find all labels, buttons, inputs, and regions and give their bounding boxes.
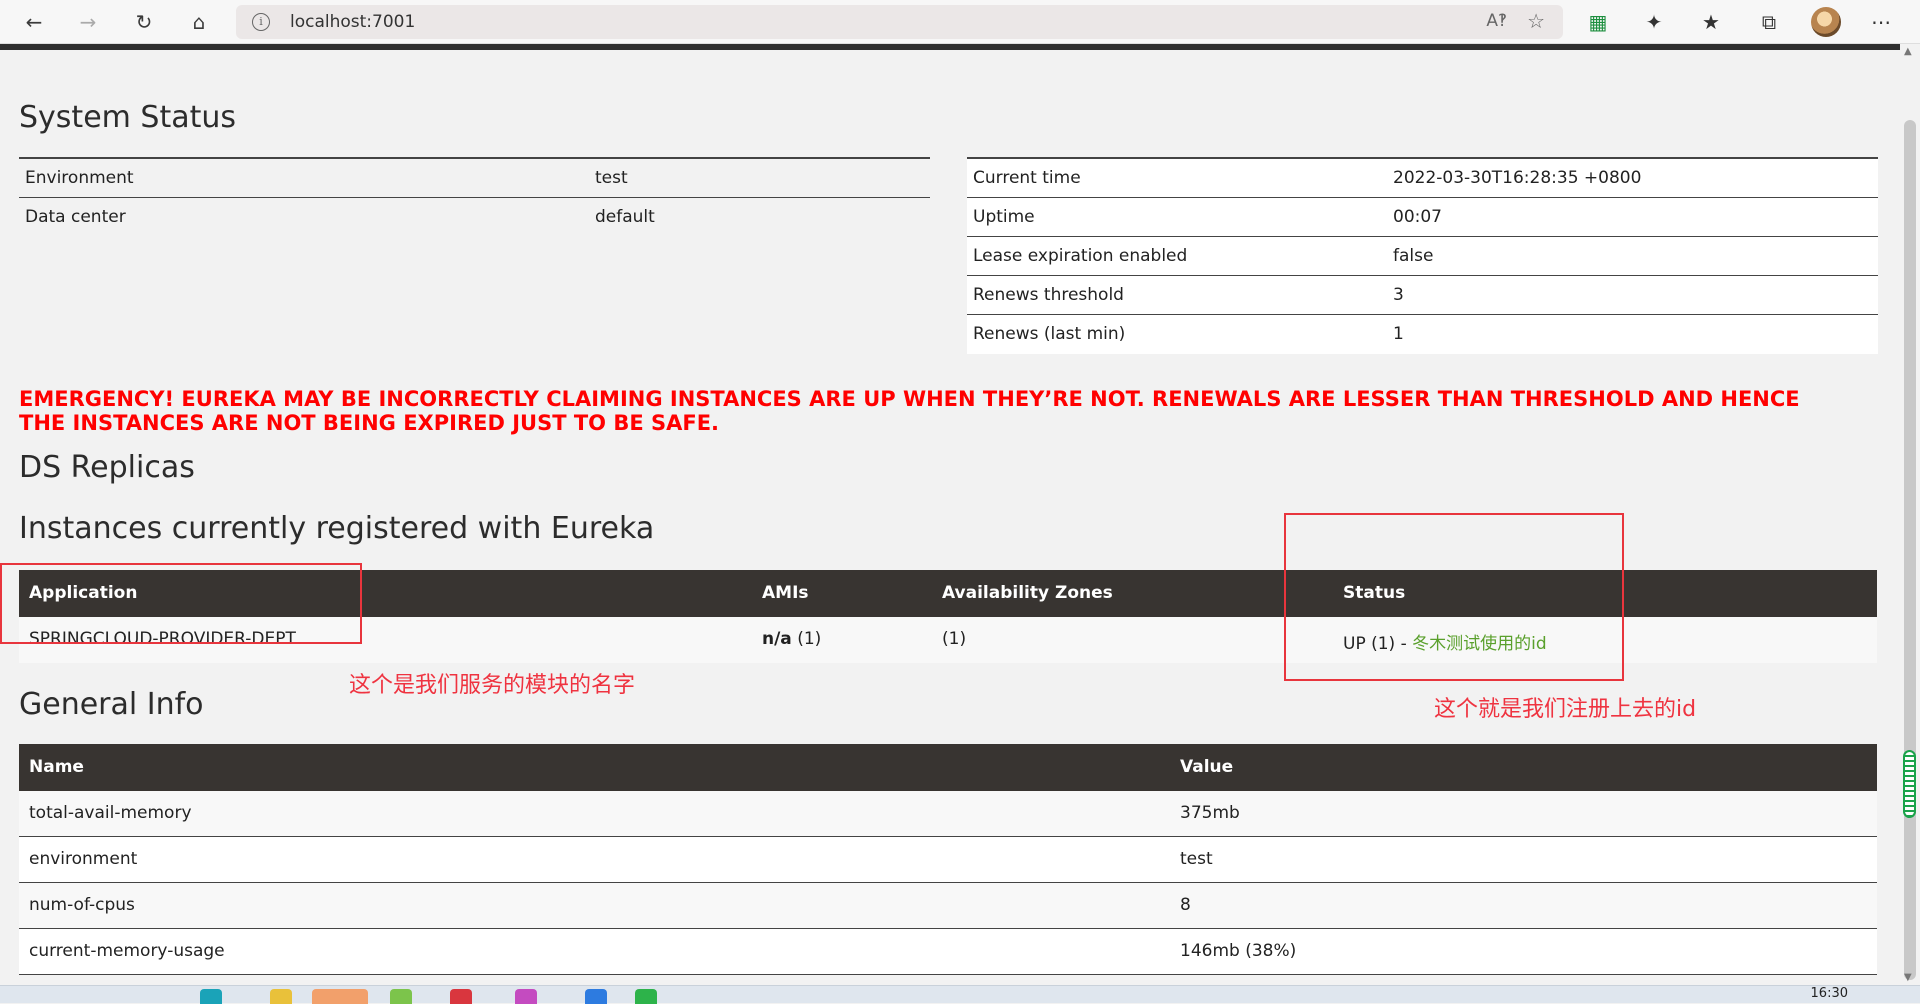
info-name: num-of-cpus: [29, 895, 135, 915]
general-info-title: General Info: [19, 687, 204, 722]
table-row: Renews threshold 3: [967, 276, 1878, 315]
taskbar-app-icon[interactable]: [515, 989, 537, 1004]
annotation-status-note: 这个就是我们注册上去的id: [1434, 697, 1697, 722]
profile-avatar[interactable]: [1811, 7, 1841, 37]
info-value: test: [1180, 849, 1213, 869]
table-row: Current time 2022-03-30T16:28:35 +0800: [967, 159, 1878, 198]
taskbar-app-icon[interactable]: [312, 989, 368, 1004]
system-status-title: System Status: [19, 100, 237, 135]
ds-replicas-title: DS Replicas: [19, 450, 195, 485]
general-info-table: Name Value total-avail-memory 375mb envi…: [19, 744, 1877, 975]
annotation-app-note: 这个是我们服务的模块的名字: [349, 673, 636, 698]
emergency-warning: EMERGENCY! EUREKA MAY BE INCORRECTLY CLA…: [19, 387, 1800, 435]
table-row: total-avail-memory 375mb: [19, 791, 1877, 837]
scroll-thumb[interactable]: [1904, 120, 1916, 980]
refresh-icon[interactable]: ↻: [128, 6, 160, 38]
excel-icon[interactable]: ▦: [1582, 6, 1614, 38]
amis-count: (1): [797, 629, 822, 649]
taskbar-app-icon[interactable]: [585, 989, 607, 1004]
address-bar[interactable]: i localhost:7001 A‽ ☆: [236, 5, 1563, 39]
column-header: Availability Zones: [942, 583, 1113, 603]
table-row: environment test: [19, 837, 1877, 883]
row-value: test: [595, 168, 628, 188]
info-value: 375mb: [1180, 803, 1240, 823]
scroll-up-icon[interactable]: ▲: [1904, 46, 1912, 57]
url-text: localhost:7001: [290, 12, 416, 32]
row-value: 1: [1393, 324, 1404, 344]
row-label: Current time: [973, 168, 1081, 188]
table-row: Environment test: [19, 159, 930, 198]
collections-icon[interactable]: ⧉: [1753, 6, 1785, 38]
row-value: 3: [1393, 285, 1404, 305]
table-row: num-of-cpus 8: [19, 883, 1877, 929]
column-header: AMIs: [762, 583, 809, 603]
table-row: Data center default: [19, 198, 930, 237]
row-value: 00:07: [1393, 207, 1442, 227]
row-label: Renews threshold: [973, 285, 1124, 305]
instances-title: Instances currently registered with Eure…: [19, 511, 655, 546]
row-label: Environment: [25, 168, 134, 188]
taskbar-app-icon[interactable]: [635, 989, 657, 1004]
system-status-left-table: Environment test Data center default: [19, 157, 930, 237]
table-row: current-memory-usage 146mb (38%): [19, 929, 1877, 975]
column-header: Name: [29, 757, 84, 777]
scroll-down-icon[interactable]: ▼: [1904, 972, 1912, 983]
row-label: Lease expiration enabled: [973, 246, 1188, 266]
system-status-right-table: Current time 2022-03-30T16:28:35 +0800 U…: [967, 157, 1878, 354]
back-icon[interactable]: ←: [18, 6, 50, 38]
row-label: Uptime: [973, 207, 1035, 227]
forward-icon[interactable]: →: [72, 6, 104, 38]
taskbar-clock: 16:30: [1810, 986, 1848, 1001]
info-name: current-memory-usage: [29, 941, 225, 961]
taskbar: 16:30: [0, 985, 1920, 1004]
info-icon[interactable]: i: [252, 13, 270, 31]
row-value: 2022-03-30T16:28:35 +0800: [1393, 168, 1642, 188]
row-value: default: [595, 207, 655, 227]
column-header: Value: [1180, 757, 1234, 777]
taskbar-app-icon[interactable]: [200, 989, 222, 1004]
amis-label: n/a: [762, 629, 792, 649]
taskbar-app-icon[interactable]: [450, 989, 472, 1004]
favorites-icon[interactable]: ★: [1695, 6, 1727, 38]
info-name: environment: [29, 849, 138, 869]
table-row: Renews (last min) 1: [967, 315, 1878, 354]
row-value: false: [1393, 246, 1434, 266]
amis-cell: n/a (1): [762, 629, 821, 649]
extensions-icon[interactable]: ✦: [1638, 6, 1670, 38]
browser-toolbar: ← → ↻ ⌂ i localhost:7001 A‽ ☆ ▦ ✦ ★ ⧉ ⋯: [0, 0, 1920, 44]
annotation-box-application: [0, 563, 362, 644]
zones-cell: (1): [942, 629, 967, 649]
info-value: 146mb (38%): [1180, 941, 1297, 961]
eureka-page: System Status Environment test Data cent…: [0, 50, 1900, 985]
home-icon[interactable]: ⌂: [183, 6, 215, 38]
taskbar-app-icon[interactable]: [270, 989, 292, 1004]
info-value: 8: [1180, 895, 1191, 915]
add-favorite-icon[interactable]: ☆: [1527, 9, 1545, 33]
table-row: Lease expiration enabled false: [967, 237, 1878, 276]
row-label: Data center: [25, 207, 126, 227]
side-widget-icon: [1903, 750, 1916, 818]
page-scrollbar[interactable]: ▲ ▼: [1900, 44, 1920, 985]
annotation-box-status: [1284, 513, 1624, 681]
more-icon[interactable]: ⋯: [1865, 6, 1897, 38]
table-header: Name Value: [19, 744, 1877, 791]
read-aloud-icon[interactable]: A‽: [1486, 11, 1507, 31]
table-row: Uptime 00:07: [967, 198, 1878, 237]
info-name: total-avail-memory: [29, 803, 192, 823]
taskbar-app-icon[interactable]: [390, 989, 412, 1004]
row-label: Renews (last min): [973, 324, 1126, 344]
